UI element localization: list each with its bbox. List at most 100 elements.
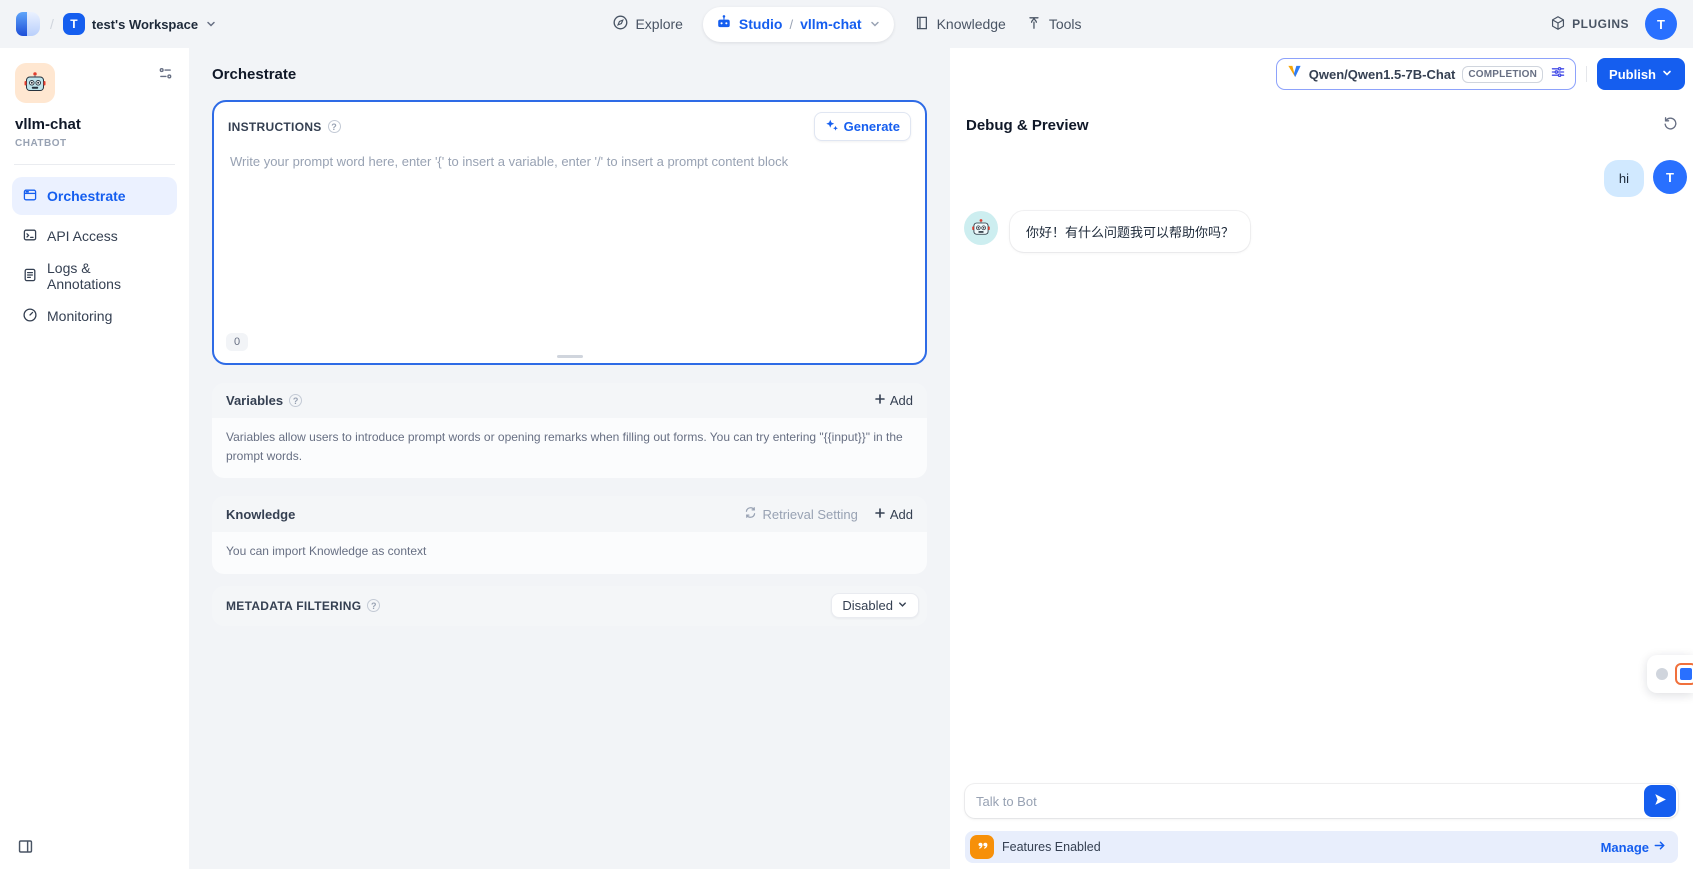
- nav-tools[interactable]: Tools: [1026, 15, 1082, 34]
- separator-slash: /: [50, 16, 54, 32]
- debug-preview-panel: Qwen/Qwen1.5-7B-Chat COMPLETION Publish …: [950, 48, 1693, 869]
- nav-tools-label: Tools: [1049, 16, 1082, 32]
- document-icon: [22, 267, 38, 286]
- workspace-selector[interactable]: T test's Workspace: [63, 13, 217, 35]
- retrieval-setting-button[interactable]: Retrieval Setting: [744, 506, 857, 522]
- send-button[interactable]: [1644, 785, 1676, 817]
- plus-icon: [874, 393, 886, 408]
- add-knowledge-button[interactable]: Add: [874, 507, 913, 522]
- features-label: Features Enabled: [1002, 840, 1101, 854]
- model-name: Qwen/Qwen1.5-7B-Chat: [1309, 67, 1456, 82]
- instructions-editor[interactable]: INSTRUCTIONS ? Generate Write your promp…: [212, 100, 927, 365]
- info-icon: ?: [289, 394, 302, 407]
- app-icon[interactable]: [15, 63, 55, 103]
- model-mode-badge: COMPLETION: [1462, 66, 1543, 83]
- info-icon: ?: [328, 120, 341, 133]
- chevron-down-icon: [897, 598, 908, 613]
- plugins-button[interactable]: PLUGINS: [1550, 15, 1629, 34]
- chat-input[interactable]: [965, 784, 1678, 818]
- divider: [1586, 66, 1587, 82]
- features-bar: Features Enabled Manage: [965, 831, 1678, 863]
- app-operations-icon[interactable]: [157, 65, 174, 87]
- metadata-filtering-toggle[interactable]: Disabled: [831, 593, 919, 618]
- instructions-placeholder: Write your prompt word here, enter '{' t…: [214, 149, 925, 174]
- chat-message-list: hi T 你好！有什么问题我可以帮助你吗？: [950, 144, 1693, 784]
- dify-logo[interactable]: [16, 12, 41, 36]
- app-name: vllm-chat: [15, 116, 174, 133]
- publish-button[interactable]: Publish: [1597, 58, 1685, 90]
- window-icon: [22, 187, 38, 206]
- dify-logo-left: [16, 12, 27, 36]
- nav-studio-app-name: vllm-chat: [800, 16, 861, 32]
- add-label: Add: [890, 507, 913, 522]
- nav-studio-label: Studio: [739, 16, 783, 32]
- user-message-bubble: hi: [1604, 160, 1644, 197]
- nav-studio[interactable]: Studio / vllm-chat: [703, 7, 894, 42]
- gauge-icon: [22, 307, 38, 326]
- nav-explore[interactable]: Explore: [611, 14, 682, 34]
- debug-preview-title: Debug & Preview: [966, 117, 1089, 134]
- metadata-filtering-value: Disabled: [842, 598, 893, 613]
- add-variable-button[interactable]: Add: [874, 393, 913, 408]
- vllm-logo-icon: [1286, 64, 1302, 84]
- user-avatar[interactable]: T: [1645, 8, 1677, 40]
- sidebar-item-label: Monitoring: [47, 308, 112, 324]
- page-title: Orchestrate: [212, 66, 296, 83]
- drag-dot-icon: [1656, 668, 1668, 680]
- features-icon: [970, 835, 994, 859]
- dify-logo-right: [27, 12, 40, 36]
- sidebar-item-api-access[interactable]: API Access: [12, 217, 177, 255]
- chevron-down-icon[interactable]: [869, 18, 881, 30]
- generate-label: Generate: [844, 119, 900, 134]
- separator-slash: /: [789, 17, 793, 32]
- generate-button[interactable]: Generate: [814, 112, 911, 141]
- variables-title: Variables: [226, 393, 283, 408]
- manage-features-link[interactable]: Manage: [1601, 839, 1666, 855]
- plus-icon: [874, 507, 886, 522]
- book-icon: [914, 15, 930, 34]
- cube-icon: [1550, 15, 1566, 34]
- robot-icon: [716, 14, 732, 35]
- main-nav: Explore Studio / vllm-chat Knowledge Too…: [611, 0, 1081, 48]
- sidebar-item-monitoring[interactable]: Monitoring: [12, 297, 177, 335]
- variables-section: Variables ? Add Variables allow users to…: [212, 383, 927, 478]
- collapse-sidebar-icon[interactable]: [17, 838, 34, 860]
- sidebar-item-logs-annotations[interactable]: Logs & Annotations: [12, 257, 177, 295]
- paper-plane-icon: [1653, 792, 1668, 810]
- app-sidebar: vllm-chat CHATBOT Orchestrate API Access…: [0, 48, 189, 869]
- top-bar: / T test's Workspace Explore Studio / vl…: [0, 0, 1693, 48]
- terminal-icon: [22, 227, 38, 246]
- app-type-badge: CHATBOT: [15, 138, 174, 149]
- metadata-filtering-title: METADATA FILTERING: [226, 599, 361, 613]
- variables-description: Variables allow users to introduce promp…: [212, 418, 927, 478]
- instructions-title: INSTRUCTIONS: [228, 120, 322, 134]
- floating-widget[interactable]: [1647, 655, 1693, 693]
- resize-handle[interactable]: [557, 355, 583, 358]
- knowledge-description: You can import Knowledge as context: [212, 532, 927, 574]
- model-selector[interactable]: Qwen/Qwen1.5-7B-Chat COMPLETION: [1276, 58, 1576, 90]
- nav-knowledge-label: Knowledge: [937, 16, 1006, 32]
- sidebar-item-label: API Access: [47, 228, 118, 244]
- robot-emoji-icon: [971, 218, 991, 238]
- restart-conversation-icon[interactable]: [1662, 114, 1679, 136]
- workspace-avatar: T: [63, 13, 85, 35]
- user-avatar: T: [1653, 160, 1687, 194]
- explore-icon: [611, 14, 628, 34]
- publish-label: Publish: [1609, 67, 1656, 82]
- retrieval-setting-label: Retrieval Setting: [762, 507, 857, 522]
- knowledge-title: Knowledge: [226, 507, 295, 522]
- chevron-down-icon: [205, 18, 217, 30]
- assistant-message-bubble: 你好！有什么问题我可以帮助你吗？: [1010, 211, 1250, 252]
- chat-message-assistant: 你好！有什么问题我可以帮助你吗？: [964, 211, 1687, 252]
- sidebar-item-orchestrate[interactable]: Orchestrate: [12, 177, 177, 215]
- nav-knowledge[interactable]: Knowledge: [914, 15, 1006, 34]
- add-label: Add: [890, 393, 913, 408]
- refresh-arrows-icon: [744, 506, 757, 522]
- char-count-badge: 0: [226, 333, 248, 351]
- sparkles-icon: [825, 118, 839, 135]
- tune-sliders-icon[interactable]: [1550, 64, 1566, 85]
- bot-avatar: [964, 211, 998, 245]
- plugins-label: PLUGINS: [1572, 17, 1629, 31]
- robot-emoji-icon: [23, 71, 47, 95]
- chat-message-user: hi T: [964, 160, 1687, 197]
